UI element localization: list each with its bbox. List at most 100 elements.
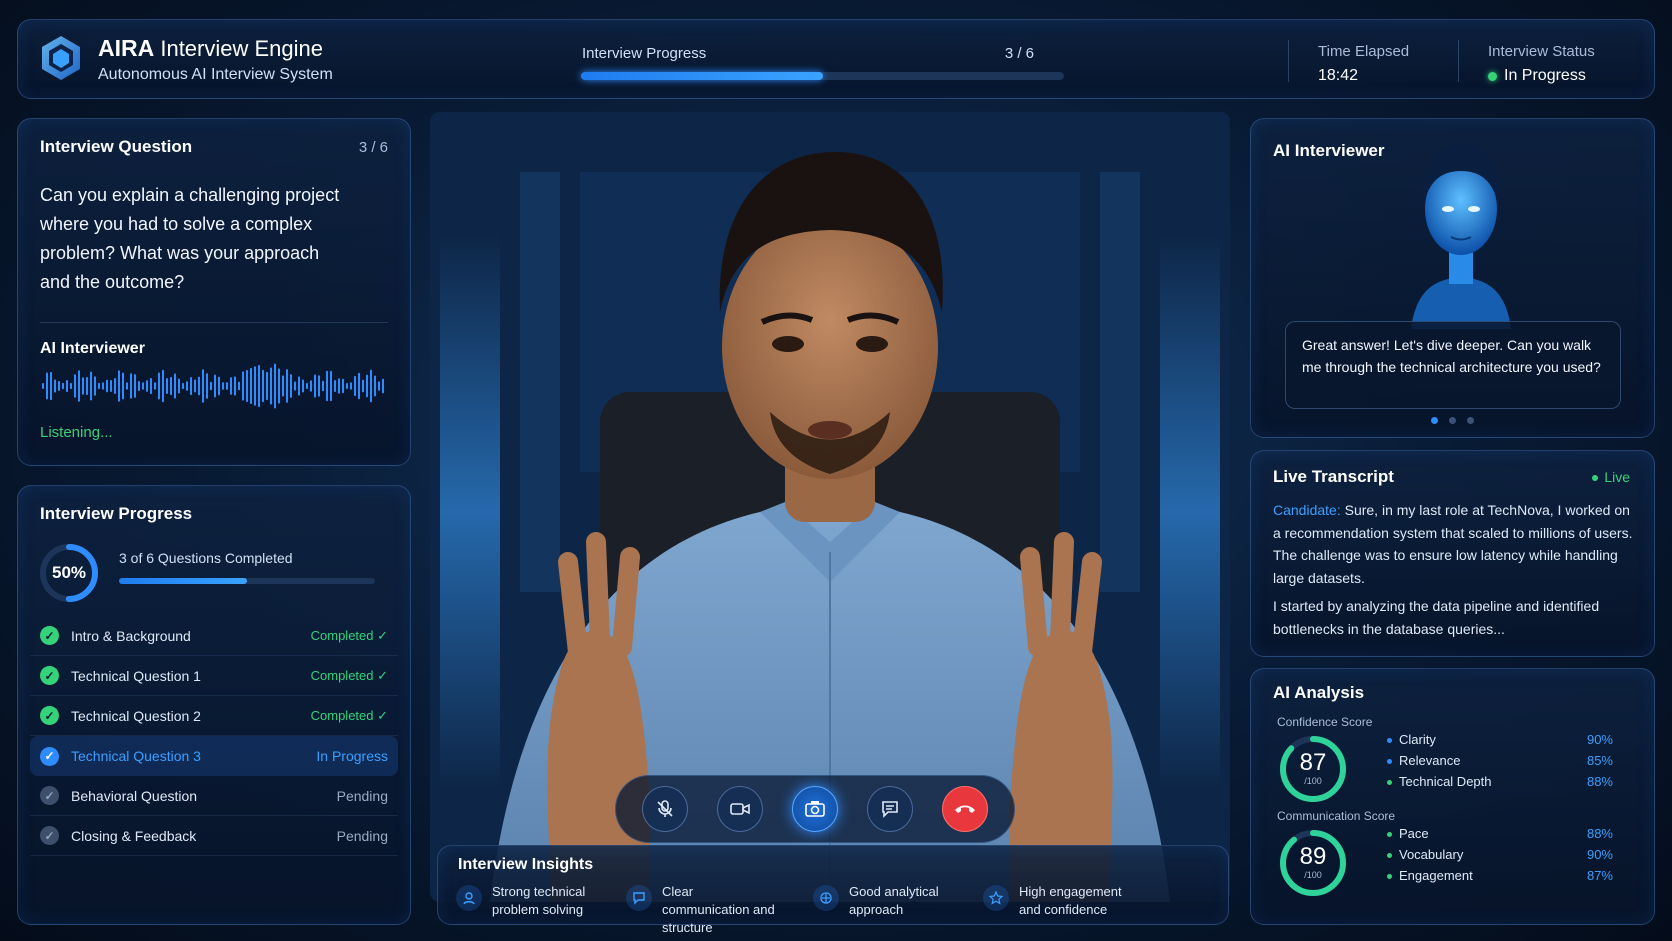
communication-score-denominator: /100 (1304, 870, 1322, 880)
carousel-dot[interactable] (1431, 417, 1438, 424)
insight-text: Clear communication and structure (662, 884, 775, 935)
time-elapsed-value: 18:42 (1318, 67, 1359, 84)
metric-row: Engagement 87% (1387, 868, 1613, 883)
progress-step-3[interactable]: ✓ Technical Question 2 Completed ✓ (30, 696, 398, 736)
check-circle-icon: ✓ (40, 626, 59, 645)
step-status: Completed ✓ (310, 707, 388, 723)
metric-name: Pace (1387, 826, 1429, 841)
metric-value: 90% (1586, 732, 1613, 747)
transcript-paragraph: I started by analyzing the data pipeline… (1273, 598, 1600, 637)
ai-interviewer-title: AI Interviewer (1273, 141, 1385, 160)
live-transcript-panel: Live Transcript Live Candidate: Sure, in… (1250, 450, 1655, 657)
step-status: Pending (336, 787, 388, 804)
analysis-title: AI Analysis (1273, 683, 1365, 702)
carousel-dots (1251, 417, 1654, 424)
metric-name: Clarity (1387, 732, 1436, 747)
user-icon (456, 885, 482, 911)
metric-name: Technical Depth (1387, 774, 1492, 789)
header-progress-count: 3 / 6 (1004, 45, 1034, 62)
camera-toggle-button[interactable] (717, 786, 764, 832)
communication-score-label: Communication Score (1277, 809, 1396, 823)
interview-question-panel: Interview Question 3 / 6 Can you explain… (17, 118, 411, 466)
step-status: Completed ✓ (310, 667, 388, 683)
end-call-icon (954, 805, 975, 813)
mute-button[interactable] (642, 786, 689, 832)
live-badge: Live (1592, 469, 1630, 485)
progress-step-2[interactable]: ✓ Technical Question 1 Completed ✓ (30, 656, 398, 696)
insights-title: Interview Insights (458, 856, 594, 873)
step-status: Pending (336, 827, 388, 844)
insight-item: Strong technical problem solving (456, 883, 612, 919)
transcript-body[interactable]: Candidate: Sure, in my last role at Tech… (1273, 499, 1633, 646)
insight-item: High engagement and confidence (983, 883, 1139, 919)
metric-row: Pace 88% (1387, 826, 1613, 841)
interview-status-value: In Progress (1488, 67, 1586, 85)
insight-text: High engagement and confidence (1019, 884, 1122, 917)
insight-item: Good analytical approach (813, 883, 969, 919)
metric-value: 90% (1586, 847, 1613, 862)
metric-value: 88% (1586, 774, 1613, 789)
transcript-title: Live Transcript (1273, 467, 1394, 486)
step-name: Technical Question 2 (71, 707, 201, 724)
ai-analysis-panel: AI Analysis Confidence Score 87 /100 Cla… (1250, 668, 1655, 925)
question-count: 3 / 6 (358, 139, 388, 156)
carousel-dot[interactable] (1467, 417, 1474, 424)
progress-step-1[interactable]: ✓ Intro & Background Completed ✓ (30, 616, 398, 656)
insight-item: Clear communication and structure (626, 883, 782, 937)
metric-name: Relevance (1387, 753, 1460, 768)
confidence-score-denominator: /100 (1304, 776, 1322, 786)
confidence-score-label: Confidence Score (1277, 715, 1373, 729)
ai-avatar-image (1411, 143, 1511, 329)
microphone-icon (657, 800, 673, 817)
pending-check-icon: ✓ (40, 826, 59, 845)
progress-percent: 50% (51, 563, 87, 582)
header-progress-fill (581, 72, 823, 80)
audio-waveform (42, 363, 384, 409)
step-name: Behavioral Question (71, 787, 198, 804)
metric-value: 85% (1586, 753, 1613, 768)
header-divider (1458, 40, 1459, 82)
end-call-button[interactable] (941, 786, 988, 832)
header-progress-bar (581, 72, 1064, 80)
chat-icon (626, 885, 652, 911)
interview-insights-panel: Interview Insights Strong technical prob… (437, 845, 1229, 935)
metric-row: Clarity 90% (1387, 732, 1613, 747)
step-status: Completed ✓ (310, 627, 388, 643)
step-name: Technical Question 3 (71, 748, 201, 764)
step-name: Closing & Feedback (71, 827, 197, 844)
metric-value: 88% (1586, 826, 1613, 841)
progress-fill (119, 578, 247, 584)
confidence-score-value: 87 (1299, 749, 1327, 776)
ai-interviewer-panel: AI Interviewer Great answer! Let's dive … (1250, 118, 1655, 438)
app-title: AIRA Interview Engine (98, 35, 323, 61)
communication-score-value: 89 (1299, 843, 1327, 870)
metric-row: Technical Depth 88% (1387, 774, 1613, 789)
check-circle-icon: ✓ (40, 666, 59, 685)
progress-step-6[interactable]: ✓ Closing & Feedback Pending (30, 816, 398, 856)
brain-icon (813, 885, 839, 911)
check-circle-icon: ✓ (40, 746, 59, 766)
app-header: AIRA Interview Engine Autonomous AI Inte… (17, 19, 1655, 99)
progress-step-5[interactable]: ✓ Behavioral Question Pending (30, 776, 398, 816)
progress-bar (119, 578, 375, 584)
insight-text: Good analytical approach (849, 884, 939, 917)
step-status: In Progress (316, 748, 388, 764)
ai-message-bubble: Great answer! Let's dive deeper. Can you… (1285, 321, 1621, 409)
transcript-speaker: Candidate: (1273, 502, 1341, 518)
capture-button[interactable] (791, 786, 838, 832)
progress-step-4[interactable]: ✓ Technical Question 3 In Progress (30, 736, 398, 776)
progress-step-list: ✓ Intro & Background Completed ✓ ✓ Technical… (30, 616, 398, 856)
chat-button[interactable] (866, 786, 913, 832)
carousel-dot[interactable] (1449, 417, 1456, 424)
pending-check-icon: ✓ (40, 786, 59, 805)
metric-value: 87% (1586, 868, 1613, 883)
star-icon (983, 885, 1009, 911)
interview-status-label: Interview Status (1488, 43, 1595, 60)
metric-row: Relevance 85% (1387, 753, 1613, 768)
camera-capture-icon (805, 801, 825, 817)
metric-name: Engagement (1387, 868, 1473, 883)
header-divider (1288, 40, 1289, 82)
video-camera-icon (730, 803, 750, 815)
header-progress-label: Interview Progress (582, 45, 707, 62)
step-name: Intro & Background (71, 627, 191, 644)
